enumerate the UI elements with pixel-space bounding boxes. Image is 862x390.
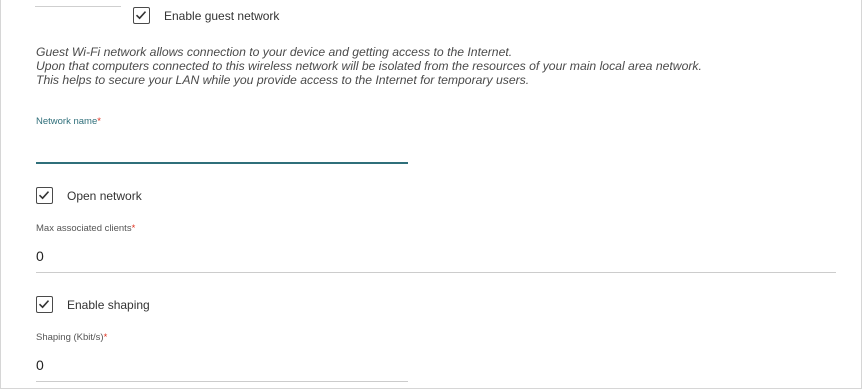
checkmark-icon (135, 11, 147, 20)
guest-network-description: Guest Wi-Fi network allows connection to… (36, 45, 836, 87)
enable-shaping-checkbox[interactable] (36, 296, 53, 313)
network-name-input[interactable] (36, 140, 406, 160)
enable-shaping-label[interactable]: Enable shaping (67, 298, 150, 312)
settings-panel: Enable guest network Guest Wi-Fi network… (0, 0, 862, 389)
checkmark-icon (38, 191, 50, 200)
enable-guest-network-label[interactable]: Enable guest network (164, 9, 279, 23)
network-name-label-text: Network name (36, 116, 98, 127)
checkmark-icon (38, 300, 50, 309)
max-clients-label: Max associated clients* (36, 223, 135, 234)
shaping-input[interactable]: 0 (36, 357, 44, 373)
enable-guest-network-checkbox[interactable] (133, 7, 150, 24)
network-name-label: Network name* (36, 116, 101, 127)
open-network-checkbox[interactable] (36, 187, 53, 204)
max-clients-underline (36, 272, 836, 273)
description-line: Guest Wi-Fi network allows connection to… (36, 45, 513, 59)
max-clients-input[interactable]: 0 (36, 248, 44, 264)
description-line: This helps to secure your LAN while you … (36, 73, 530, 87)
open-network-label[interactable]: Open network (67, 189, 142, 203)
required-mark: * (97, 116, 101, 127)
shaping-label-text: Shaping (Kbit/s) (36, 332, 104, 343)
shaping-label: Shaping (Kbit/s)* (36, 332, 107, 343)
network-name-underline (36, 162, 408, 164)
shaping-underline (36, 381, 408, 382)
description-line: Upon that computers connected to this wi… (36, 59, 702, 73)
required-mark: * (131, 223, 136, 234)
previous-field-underline (35, 6, 121, 7)
max-clients-label-text: Max associated clients (36, 223, 132, 234)
required-mark: * (103, 332, 108, 343)
